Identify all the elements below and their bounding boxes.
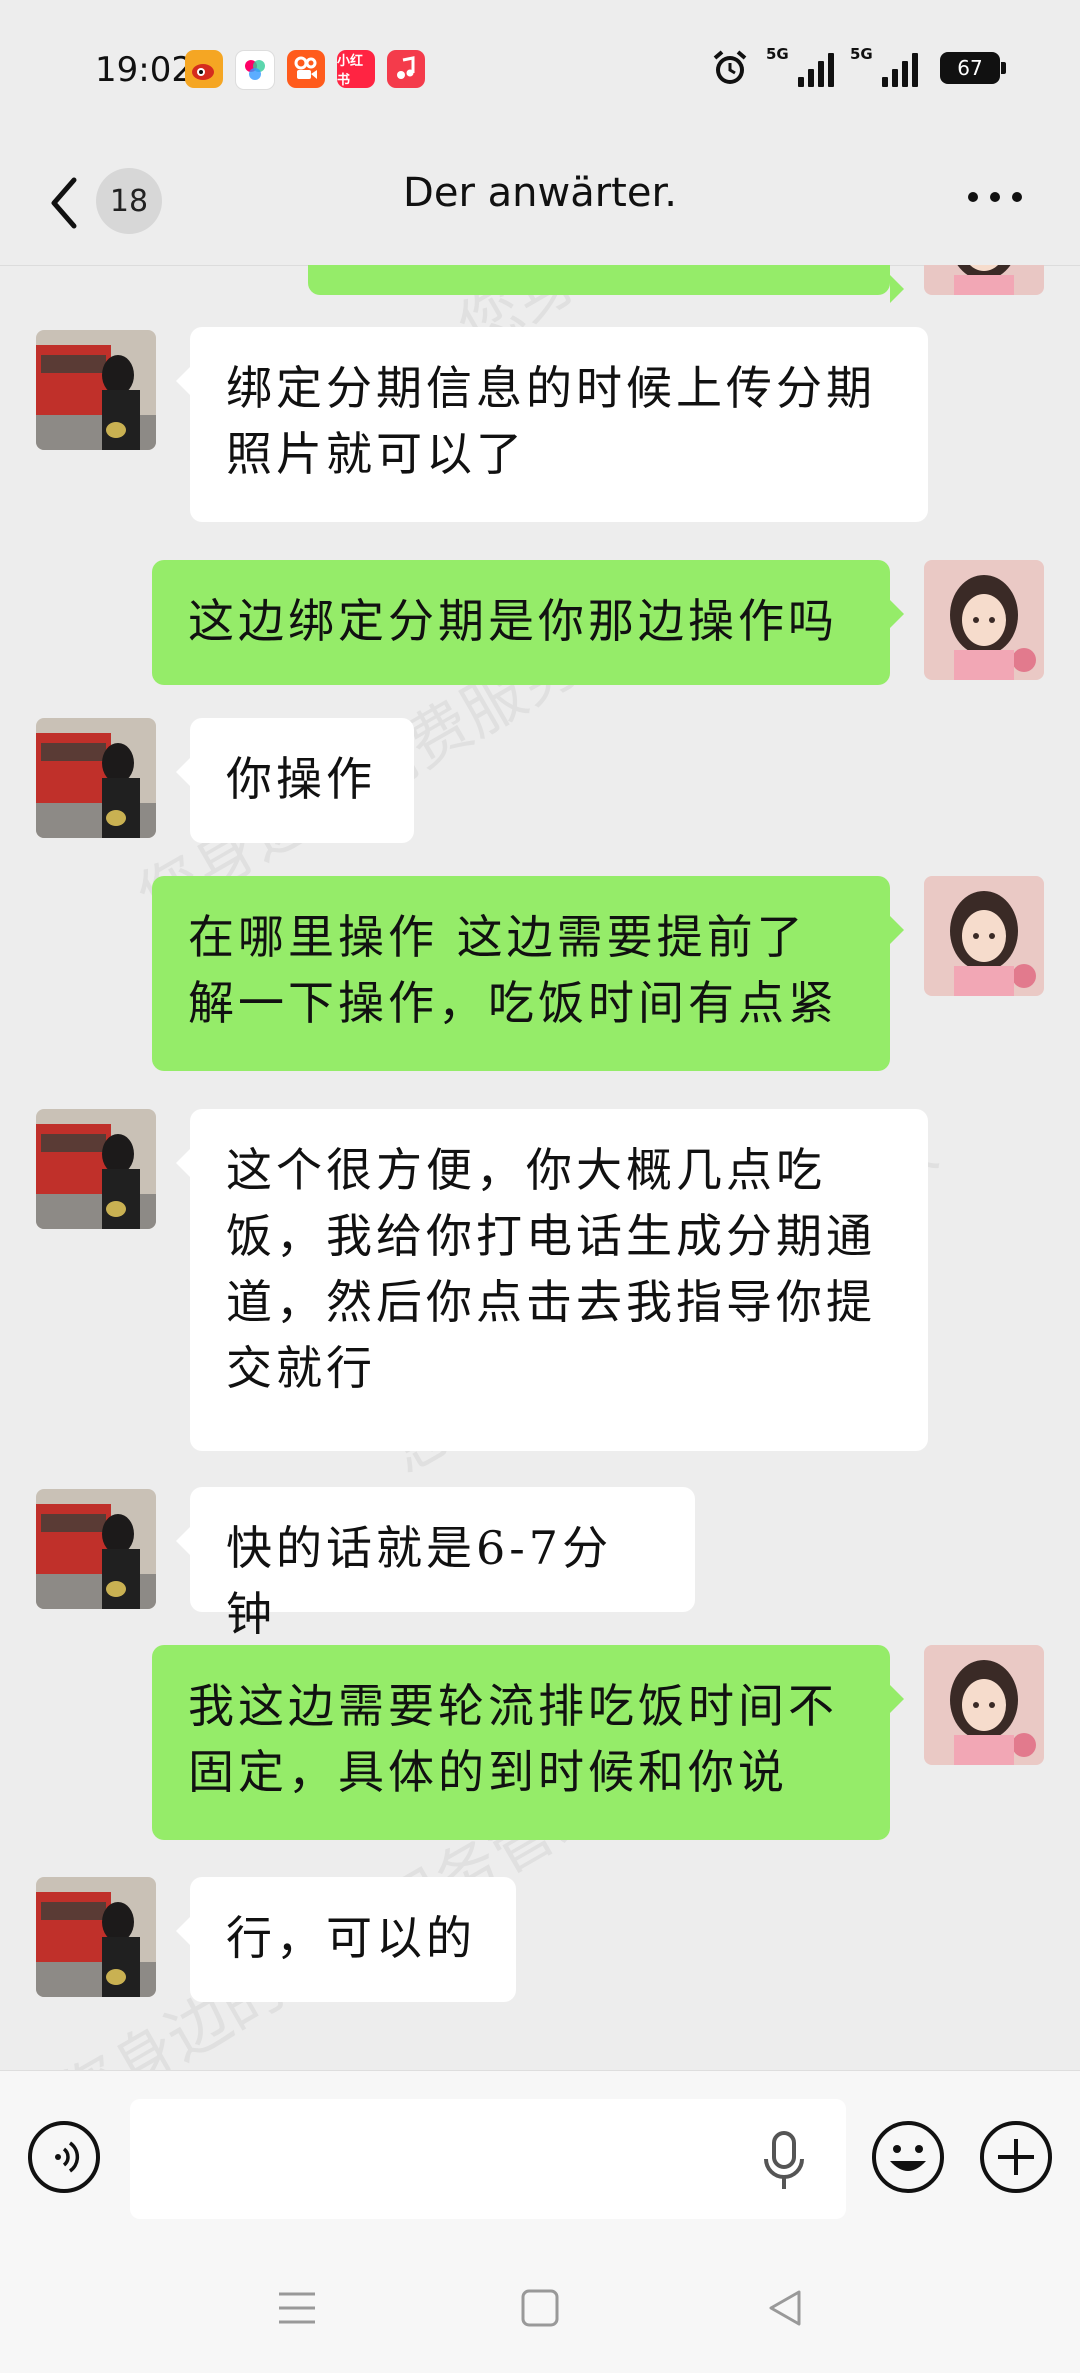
message-bubble-outgoing[interactable]: 这边绑定分期是你那边操作吗 — [152, 560, 904, 685]
photo-app-icon — [235, 50, 275, 90]
input-bar — [0, 2070, 1080, 2221]
contact-avatar[interactable] — [36, 1489, 156, 1609]
back-nav-icon[interactable] — [765, 2288, 805, 2328]
my-avatar[interactable] — [924, 265, 1044, 295]
xiaohongshu-icon: 小红书 — [337, 50, 375, 88]
message-bubble-outgoing[interactable]: 在哪里操作 这边需要提前了解一下操作，吃饭时间有点紧 — [152, 876, 904, 1071]
xiaohongshu-label: 小红书 — [337, 54, 364, 88]
message-text: 这个很方便，你大概几点吃饭，我给你打电话生成分期通道，然后你点击去我指导你提交就… — [226, 1143, 876, 1395]
my-avatar[interactable] — [924, 560, 1044, 680]
status-time: 19:02 — [95, 50, 193, 90]
message-text: 绑定分期信息的时候上传分期照片就可以了 — [226, 361, 876, 481]
kuaishou-icon — [287, 50, 325, 88]
weibo-icon — [185, 50, 223, 88]
message-text: 你操作 — [226, 752, 376, 806]
voice-toggle-button[interactable] — [28, 2121, 100, 2193]
alarm-icon — [713, 50, 747, 84]
emoji-icon[interactable] — [870, 2119, 946, 2195]
message-bubble-incoming[interactable]: 你操作 — [176, 718, 414, 843]
unread-count-badge[interactable]: 18 — [96, 168, 162, 234]
dot-icon — [968, 192, 978, 202]
message-list[interactable]: 绑定分期信息的时候上传分期照片就可以了 这边绑定分期是你那边操作吗 你操作 在哪… — [0, 265, 1080, 2070]
message-text: 快的话就是6-7分钟 — [226, 1521, 613, 1641]
contact-avatar[interactable] — [36, 718, 156, 838]
message-input[interactable] — [130, 2099, 846, 2219]
system-nav-bar — [0, 2220, 1080, 2373]
my-avatar[interactable] — [924, 876, 1044, 996]
my-avatar[interactable] — [924, 1645, 1044, 1765]
chat-header: Der anwärter. 18 — [0, 140, 1080, 266]
message-bubble-incoming[interactable]: 绑定分期信息的时候上传分期照片就可以了 — [176, 327, 928, 522]
signal-icon: 5G — [850, 45, 918, 87]
chat-title: Der anwärter. — [403, 170, 677, 216]
contact-avatar[interactable] — [36, 1109, 156, 1229]
plus-icon[interactable] — [978, 2119, 1054, 2195]
dot-icon — [1012, 192, 1022, 202]
microphone-icon[interactable] — [762, 2129, 806, 2193]
home-icon[interactable] — [520, 2288, 560, 2328]
menu-icon[interactable] — [275, 2288, 319, 2328]
more-options-button[interactable] — [968, 192, 1022, 202]
message-bubble-incoming[interactable]: 这个很方便，你大概几点吃饭，我给你打电话生成分期通道，然后你点击去我指导你提交就… — [176, 1109, 928, 1451]
message-text: 我这边需要轮流排吃饭时间不固定，具体的到时候和你说 — [188, 1679, 838, 1799]
message-bubble-outgoing[interactable]: 我这边需要轮流排吃饭时间不固定，具体的到时候和你说 — [152, 1645, 904, 1840]
battery-icon: 67 — [940, 52, 1006, 84]
back-arrow-icon[interactable] — [40, 168, 100, 238]
message-text: 这边绑定分期是你那边操作吗 — [188, 594, 838, 648]
status-bar: 19:02 小红书 5G 5G 67 — [0, 0, 1080, 140]
dot-icon — [990, 192, 1000, 202]
music-icon — [387, 50, 425, 88]
voice-icon — [55, 2141, 80, 2173]
message-bubble-partial[interactable] — [308, 265, 904, 303]
status-right: 5G 5G 67 — [710, 45, 1006, 88]
message-text: 行，可以的 — [226, 1911, 476, 1965]
battery-level: 67 — [957, 56, 983, 80]
message-bubble-incoming[interactable]: 行，可以的 — [176, 1877, 516, 2002]
contact-avatar[interactable] — [36, 1877, 156, 1997]
message-bubble-incoming[interactable]: 快的话就是6-7分钟 — [176, 1487, 695, 1641]
contact-avatar[interactable] — [36, 330, 156, 450]
signal-icon: 5G — [766, 45, 834, 87]
network-label: 5G — [850, 45, 873, 63]
message-text: 在哪里操作 这边需要提前了解一下操作，吃饭时间有点紧 — [188, 910, 838, 1030]
status-app-icons: 小红书 — [185, 50, 425, 90]
network-label: 5G — [766, 45, 789, 63]
